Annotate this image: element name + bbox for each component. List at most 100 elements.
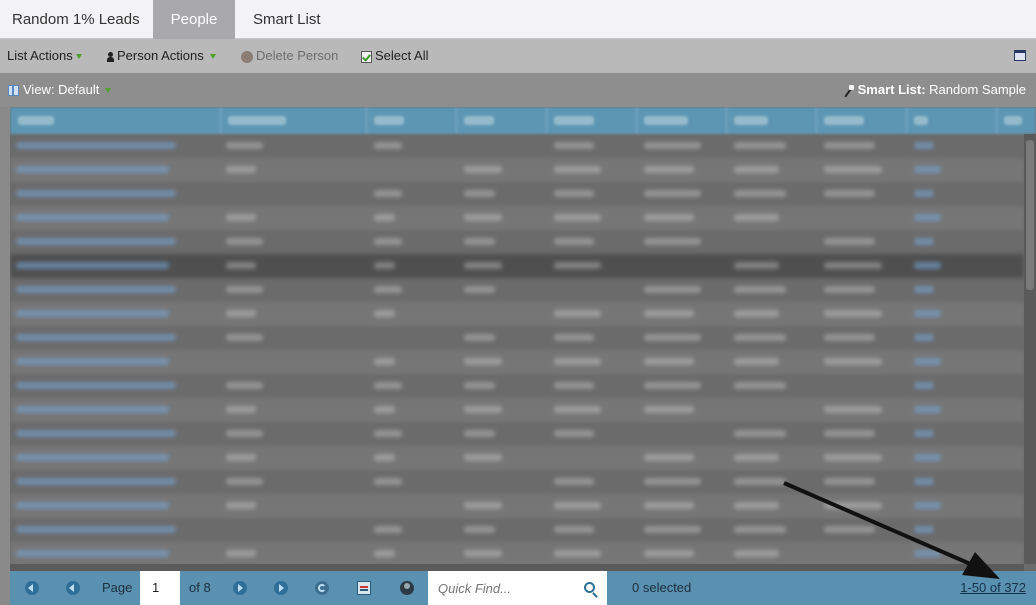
table-cell bbox=[824, 430, 875, 437]
table-cell bbox=[16, 286, 176, 293]
smart-list-wand-icon bbox=[843, 84, 855, 97]
page-number-input[interactable] bbox=[140, 571, 180, 605]
table-row[interactable] bbox=[10, 446, 1024, 470]
table-row[interactable] bbox=[10, 158, 1024, 182]
table-row[interactable] bbox=[10, 182, 1024, 206]
grid-header bbox=[10, 107, 1036, 134]
table-cell bbox=[374, 406, 395, 413]
table-cell bbox=[16, 430, 176, 437]
table-row[interactable] bbox=[10, 350, 1024, 374]
table-cell bbox=[644, 502, 694, 509]
table-cell bbox=[226, 454, 256, 461]
delete-person-button[interactable]: Delete Person bbox=[241, 39, 338, 73]
export-icon[interactable] bbox=[357, 581, 371, 595]
table-cell bbox=[824, 478, 875, 485]
table-cell bbox=[734, 142, 786, 149]
select-all-button[interactable]: Select All bbox=[361, 39, 428, 73]
table-cell bbox=[374, 358, 395, 365]
table-cell bbox=[644, 526, 701, 533]
table-cell bbox=[374, 286, 402, 293]
table-cell bbox=[16, 214, 169, 221]
view-label: View: Default bbox=[23, 82, 100, 97]
table-cell bbox=[374, 262, 395, 269]
prev-page-icon[interactable] bbox=[66, 581, 80, 595]
table-row[interactable] bbox=[10, 422, 1024, 446]
people-grid bbox=[10, 107, 1036, 571]
table-cell bbox=[554, 406, 601, 413]
table-cell bbox=[464, 502, 502, 509]
window-icon[interactable] bbox=[1014, 50, 1026, 61]
search-icon[interactable] bbox=[584, 582, 595, 593]
table-cell bbox=[644, 142, 701, 149]
table-cell bbox=[554, 526, 594, 533]
view-selector[interactable]: View: Default bbox=[8, 73, 112, 107]
table-row[interactable] bbox=[10, 230, 1024, 254]
table-cell bbox=[824, 142, 875, 149]
table-row[interactable] bbox=[10, 542, 1024, 566]
table-cell bbox=[824, 502, 882, 509]
first-page-icon[interactable] bbox=[25, 581, 39, 595]
person-lookup-icon[interactable] bbox=[400, 581, 414, 595]
table-cell bbox=[824, 406, 882, 413]
table-cell bbox=[374, 550, 395, 557]
table-row[interactable] bbox=[10, 374, 1024, 398]
table-cell bbox=[16, 334, 176, 341]
table-row[interactable] bbox=[10, 470, 1024, 494]
table-cell bbox=[464, 430, 495, 437]
table-cell bbox=[644, 190, 701, 197]
vertical-scrollbar[interactable] bbox=[1024, 134, 1036, 564]
table-cell bbox=[464, 286, 495, 293]
table-row[interactable] bbox=[10, 494, 1024, 518]
table-cell bbox=[914, 286, 934, 293]
dropdown-arrow-icon bbox=[105, 88, 112, 94]
table-cell bbox=[554, 478, 594, 485]
table-row[interactable] bbox=[10, 398, 1024, 422]
next-page-icon[interactable] bbox=[233, 581, 247, 595]
quick-find-input[interactable] bbox=[428, 571, 607, 605]
last-page-icon[interactable] bbox=[274, 581, 288, 595]
table-cell bbox=[644, 214, 694, 221]
table-cell bbox=[734, 382, 786, 389]
refresh-icon[interactable] bbox=[315, 581, 329, 595]
record-count-link[interactable]: 1-50 of 372 bbox=[960, 571, 1026, 605]
scrollbar-thumb[interactable] bbox=[1026, 140, 1034, 290]
table-cell bbox=[914, 454, 941, 461]
table-cell bbox=[374, 478, 402, 485]
table-cell bbox=[824, 454, 882, 461]
table-cell bbox=[16, 262, 169, 269]
table-row[interactable] bbox=[10, 302, 1024, 326]
tab-smart-list[interactable]: Smart List bbox=[241, 0, 333, 39]
table-cell bbox=[644, 286, 701, 293]
smart-list-prefix: Smart List: bbox=[857, 82, 926, 97]
person-actions-menu[interactable]: Person Actions bbox=[107, 39, 216, 73]
table-cell bbox=[824, 238, 875, 245]
delete-person-icon bbox=[241, 50, 253, 63]
table-cell bbox=[914, 502, 941, 509]
table-row[interactable] bbox=[10, 518, 1024, 542]
table-row[interactable] bbox=[10, 254, 1024, 278]
table-cell bbox=[464, 406, 502, 413]
table-cell bbox=[554, 550, 601, 557]
list-actions-menu[interactable]: List Actions bbox=[7, 39, 82, 73]
table-cell bbox=[824, 310, 882, 317]
smart-list-link[interactable]: Smart List: Random Sample bbox=[843, 73, 1026, 107]
table-cell bbox=[914, 214, 941, 221]
table-cell bbox=[464, 550, 502, 557]
table-cell bbox=[824, 262, 882, 269]
table-row[interactable] bbox=[10, 326, 1024, 350]
tab-random-leads[interactable]: Random 1% Leads bbox=[0, 0, 152, 39]
table-cell bbox=[914, 166, 941, 173]
table-cell bbox=[554, 166, 601, 173]
select-all-check-icon bbox=[361, 50, 372, 63]
horizontal-scrollbar[interactable] bbox=[10, 564, 1024, 571]
table-cell bbox=[734, 526, 786, 533]
table-cell bbox=[734, 358, 779, 365]
table-row[interactable] bbox=[10, 134, 1024, 158]
grid-body bbox=[10, 134, 1024, 566]
tab-people[interactable]: People bbox=[153, 0, 235, 39]
table-row[interactable] bbox=[10, 206, 1024, 230]
table-cell bbox=[554, 238, 594, 245]
table-cell bbox=[374, 382, 402, 389]
toolbar: List Actions Person Actions Delete Perso… bbox=[0, 39, 1036, 73]
table-row[interactable] bbox=[10, 278, 1024, 302]
